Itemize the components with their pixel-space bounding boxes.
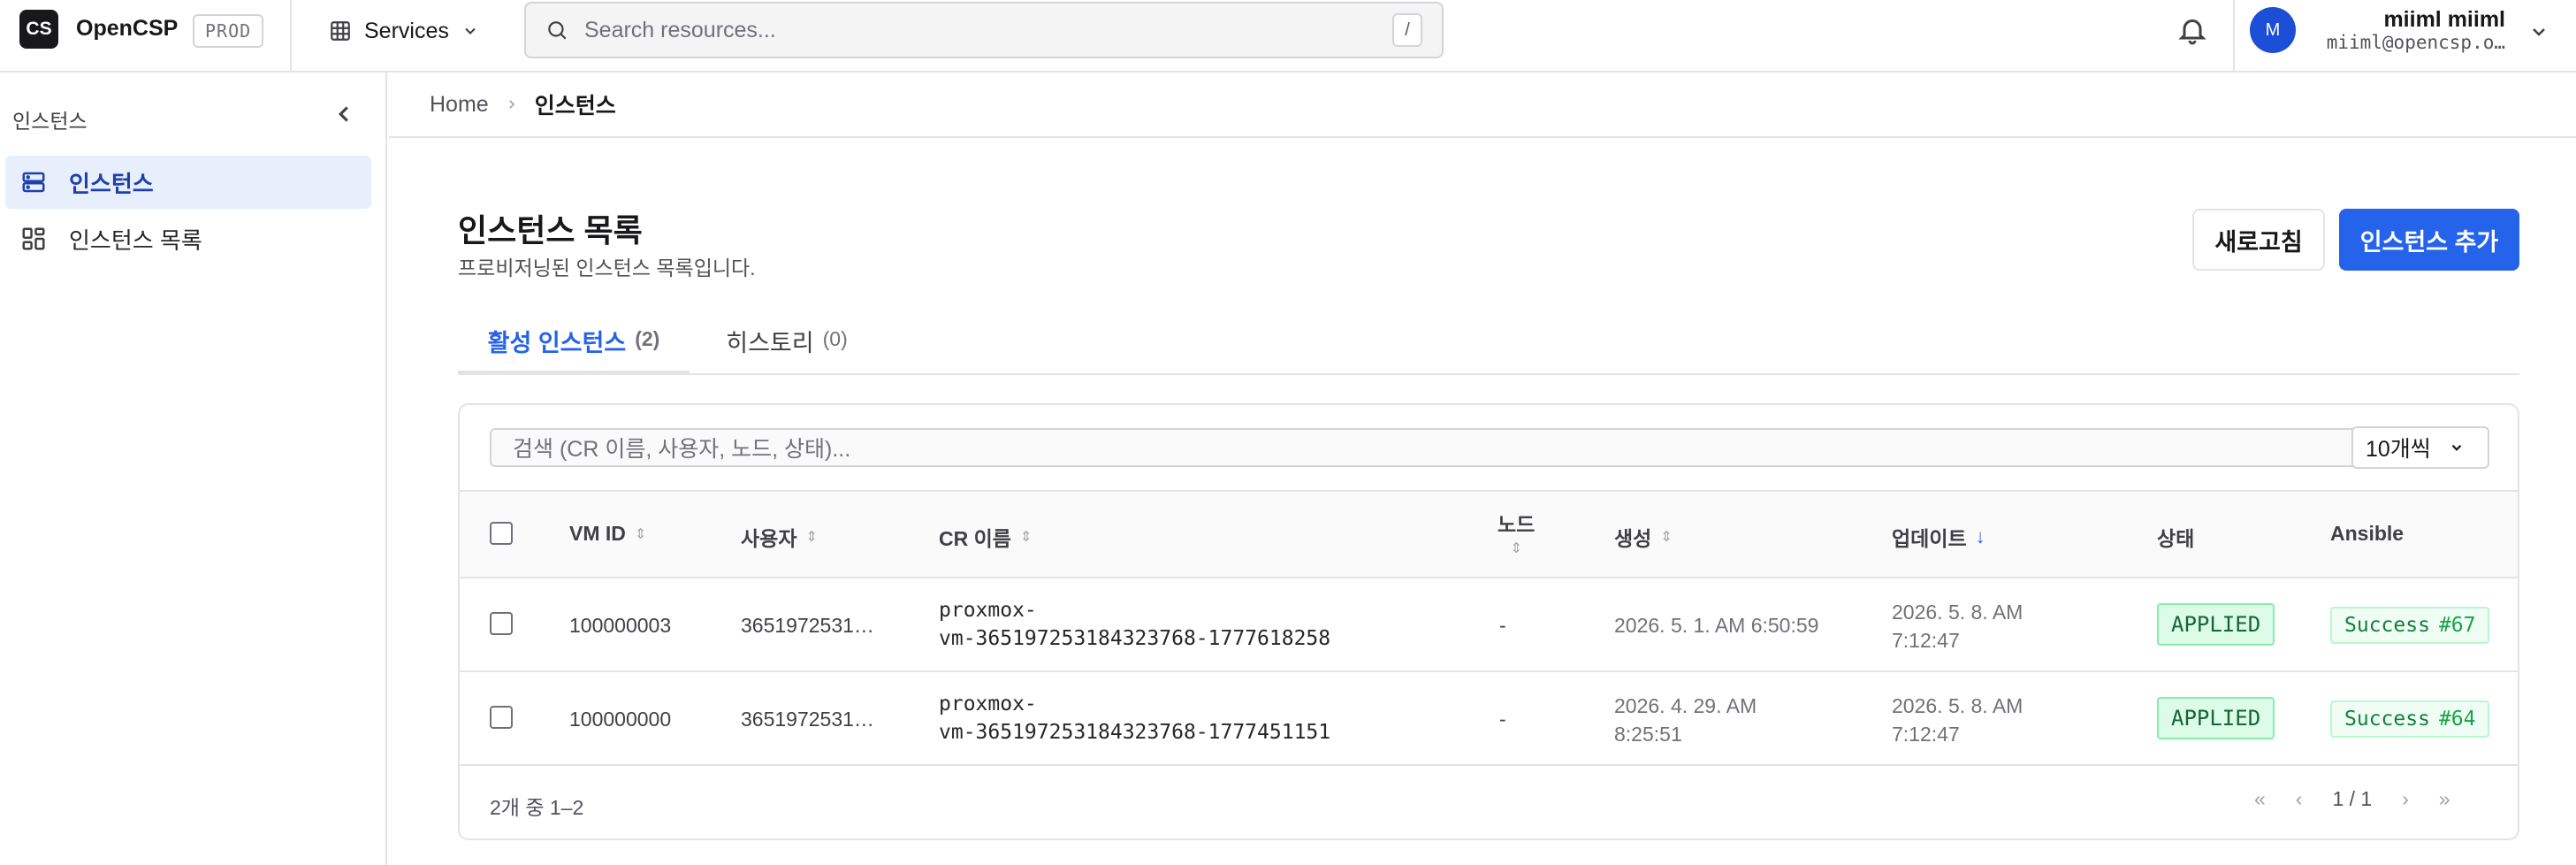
tab-active-instances[interactable]: 활성 인스턴스 (2): [458, 324, 690, 375]
cell-updated: 2026. 5. 8. AM 7:12:47: [1892, 601, 2023, 652]
tab-label: 히스토리: [726, 330, 814, 356]
column-header-updated[interactable]: 업데이트 ↓: [1892, 522, 1985, 552]
prev-page-button[interactable]: ‹: [2296, 787, 2303, 811]
search-placeholder: Search resources...: [584, 17, 776, 42]
page-title: 인스턴스 목록: [458, 212, 643, 249]
global-search-input[interactable]: Search resources... /: [524, 2, 1444, 58]
table-search-input[interactable]: 검색 (CR 이름, 사용자, 노드, 상태)...: [490, 428, 2369, 467]
services-label: Services: [364, 18, 449, 43]
cell-node: -: [1499, 708, 1506, 731]
breadcrumb-current: 인스턴스: [534, 94, 616, 119]
grid-icon: [19, 225, 48, 253]
cell-cr-name: proxmox-vm-365197253184323768-1777451151: [939, 693, 1331, 744]
sort-icon: ⇕: [1510, 541, 1522, 556]
sidebar: 인스턴스 인스턴스 인스턴스 목록: [0, 73, 387, 865]
environment-badge: PROD: [193, 14, 264, 48]
tab-history[interactable]: 히스토리 (0): [707, 324, 866, 375]
page-indicator: 1 / 1: [2332, 787, 2373, 810]
column-header-node[interactable]: 노드 ⇕: [1498, 508, 1535, 557]
grid-icon: [331, 21, 350, 41]
breadcrumb: Home 인스턴스: [389, 73, 2576, 138]
sidebar-item-label: 인스턴스 목록: [69, 226, 202, 254]
tab-label: 활성 인스턴스: [487, 330, 627, 356]
brand-name[interactable]: OpenCSP: [76, 16, 178, 42]
cell-cr-name: proxmox-vm-365197253184323768-1777618258: [939, 599, 1331, 650]
app-logo[interactable]: CS: [19, 10, 58, 49]
next-page-button[interactable]: ›: [2402, 787, 2409, 811]
sort-icon: ⇕: [1660, 530, 1673, 545]
top-header: CS OpenCSP PROD Services Search resource…: [0, 0, 2576, 73]
cell-user: 3651972531…: [741, 614, 874, 637]
header-divider: [2233, 0, 2235, 71]
ansible-status-badge[interactable]: Success #64: [2330, 700, 2490, 738]
chevron-left-icon[interactable]: [331, 101, 357, 127]
status-badge: APPLIED: [2157, 603, 2275, 646]
table-row[interactable]: 100000003 3651972531… proxmox-vm-3651972…: [460, 578, 2518, 672]
refresh-button[interactable]: 새로고침: [2192, 209, 2325, 271]
cell-created: 2026. 4. 29. AM 8:25:51: [1614, 694, 1757, 746]
cell-updated: 2026. 5. 8. AM 7:12:47: [1892, 694, 2023, 746]
ansible-status-badge[interactable]: Success #67: [2330, 607, 2490, 644]
column-header-status: 상태: [2157, 527, 2195, 550]
search-icon: [548, 21, 567, 40]
header-divider: [290, 0, 292, 71]
status-badge: APPLIED: [2157, 697, 2275, 739]
tab-count: (0): [822, 327, 848, 350]
column-header-cr-name[interactable]: CR 이름 ⇕: [939, 522, 1032, 552]
breadcrumb-home-link[interactable]: Home: [430, 92, 489, 118]
cell-user: 3651972531…: [741, 708, 874, 731]
column-header-created[interactable]: 생성 ⇕: [1614, 522, 1673, 552]
column-header-ansible: Ansible: [2330, 522, 2405, 545]
instances-table-card: 검색 (CR 이름, 사용자, 노드, 상태)... 10개씩 VM ID ⇕ 사…: [458, 403, 2519, 840]
user-name[interactable]: miiml miiml: [2311, 7, 2505, 33]
table-footer-summary: 2개 중 1–2: [490, 796, 584, 819]
search-shortcut-key: /: [1392, 13, 1422, 47]
pagination: « ‹ 1 / 1 › »: [2254, 787, 2450, 811]
chevron-right-icon: [509, 100, 514, 109]
select-all-checkbox[interactable]: [490, 522, 513, 545]
server-icon: [19, 168, 48, 196]
column-header-user[interactable]: 사용자 ⇕: [741, 522, 818, 552]
sidebar-title: 인스턴스: [12, 110, 88, 133]
tab-count: (2): [635, 327, 660, 350]
column-header-vm-id[interactable]: VM ID ⇕: [569, 522, 646, 546]
first-page-button[interactable]: «: [2254, 787, 2266, 811]
chevron-down-icon[interactable]: [2528, 21, 2549, 42]
services-menu-button[interactable]: Services: [329, 12, 479, 50]
page-size-value: 10개씩: [2366, 437, 2431, 462]
bell-icon[interactable]: [2176, 14, 2208, 46]
last-page-button[interactable]: »: [2439, 787, 2450, 811]
user-avatar[interactable]: M: [2250, 7, 2296, 53]
sort-icon: ⇕: [805, 530, 818, 545]
add-instance-button[interactable]: 인스턴스 추가: [2339, 209, 2519, 271]
cell-vm-id: 100000003: [569, 614, 672, 637]
row-checkbox[interactable]: [490, 706, 513, 729]
chevron-down-icon: [2451, 444, 2462, 451]
sidebar-item-instance-list[interactable]: 인스턴스 목록: [5, 212, 371, 265]
table-row[interactable]: 100000000 3651972531… proxmox-vm-3651972…: [460, 672, 2518, 766]
sort-icon: ⇕: [634, 526, 647, 542]
cell-created: 2026. 5. 1. AM 6:50:59: [1614, 614, 1819, 637]
row-checkbox[interactable]: [490, 612, 513, 635]
user-email[interactable]: miiml@opencsp.o…: [2311, 32, 2505, 53]
sidebar-item-label: 인스턴스: [69, 170, 154, 197]
cell-node: -: [1499, 614, 1506, 637]
chevron-down-icon: [465, 27, 476, 34]
page-subtitle: 프로비저닝된 인스턴스 목록입니다.: [458, 256, 756, 279]
sort-icon: ⇕: [1019, 530, 1033, 545]
sort-desc-icon: ↓: [1975, 525, 1985, 547]
page-size-select[interactable]: 10개씩: [2351, 426, 2489, 469]
table-header: VM ID ⇕ 사용자 ⇕ CR 이름 ⇕ 노드 ⇕ 생성 ⇕ 업데이트 ↓ 상태 Ansi…: [460, 490, 2518, 578]
cell-vm-id: 100000000: [569, 708, 672, 731]
sidebar-item-instances[interactable]: 인스턴스: [5, 156, 371, 209]
